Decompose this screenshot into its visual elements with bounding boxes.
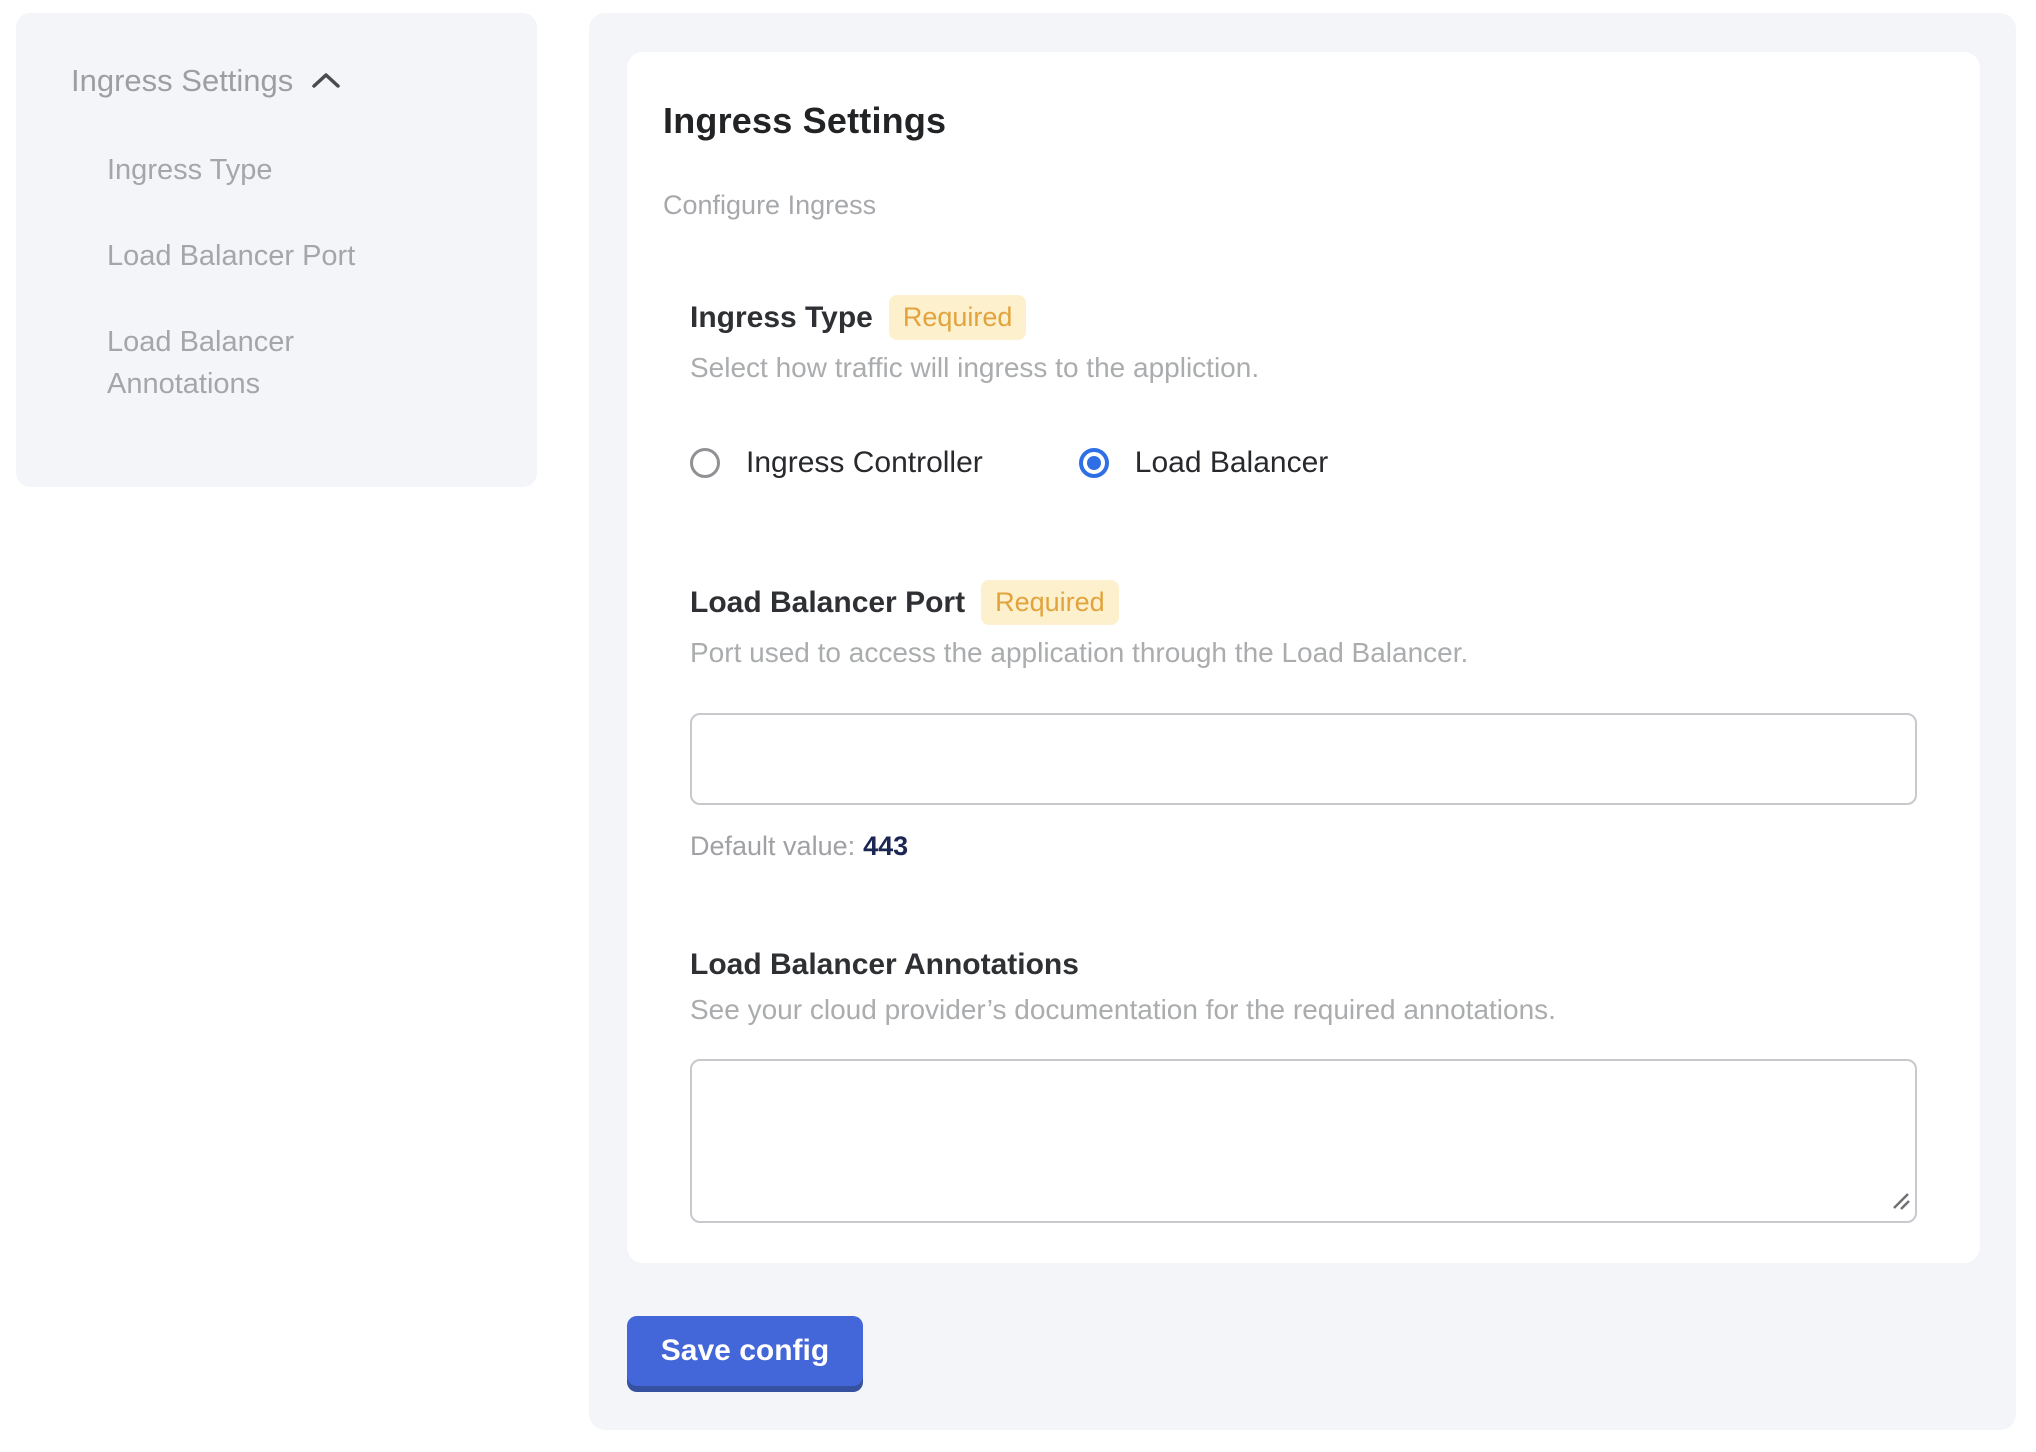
sidebar-group-label: Ingress Settings bbox=[71, 63, 293, 99]
required-badge: Required bbox=[889, 295, 1027, 340]
load-balancer-annotations-textarea[interactable] bbox=[690, 1059, 1917, 1223]
radio-button-load-balancer[interactable] bbox=[1079, 448, 1109, 478]
sidebar-group-ingress-settings[interactable]: Ingress Settings bbox=[71, 63, 497, 99]
ingress-settings-panel: Ingress Settings Configure Ingress Ingre… bbox=[589, 13, 2016, 1430]
required-badge: Required bbox=[981, 580, 1119, 625]
lb-annotations-heading: Load Balancer Annotations bbox=[690, 948, 1079, 982]
ingress-type-radio-group: Ingress Controller Load Balancer bbox=[690, 446, 1920, 480]
lb-annotations-textarea-wrap bbox=[690, 1059, 1917, 1223]
page-title: Ingress Settings bbox=[663, 100, 1920, 142]
radio-option-ingress-controller[interactable]: Ingress Controller bbox=[690, 446, 983, 480]
sidebar-nav: Ingress Type Load Balancer Port Load Bal… bbox=[71, 149, 497, 405]
chevron-up-icon bbox=[311, 71, 341, 91]
ingress-type-heading: Ingress Type bbox=[690, 301, 873, 335]
lb-annotations-heading-row: Load Balancer Annotations bbox=[690, 948, 1920, 982]
lb-port-description: Port used to access the application thro… bbox=[690, 637, 1920, 669]
sidebar-item-ingress-type[interactable]: Ingress Type bbox=[107, 149, 427, 191]
ingress-settings-card: Ingress Settings Configure Ingress Ingre… bbox=[627, 52, 1980, 1263]
radio-label-load-balancer: Load Balancer bbox=[1135, 446, 1328, 480]
default-value-number: 443 bbox=[863, 831, 908, 861]
sidebar-item-load-balancer-annotations[interactable]: Load Balancer Annotations bbox=[107, 321, 427, 405]
lb-port-heading: Load Balancer Port bbox=[690, 586, 965, 620]
save-config-button[interactable]: Save config bbox=[627, 1316, 863, 1386]
page-subtitle: Configure Ingress bbox=[663, 190, 1920, 221]
radio-option-load-balancer[interactable]: Load Balancer bbox=[1079, 446, 1328, 480]
ingress-type-description: Select how traffic will ingress to the a… bbox=[690, 352, 1920, 384]
load-balancer-port-input[interactable] bbox=[690, 713, 1917, 805]
default-value-label: Default value: bbox=[690, 831, 855, 861]
radio-label-ingress-controller: Ingress Controller bbox=[746, 446, 983, 480]
default-value-text: Default value: 443 bbox=[690, 831, 1920, 862]
ingress-type-heading-row: Ingress Type Required bbox=[690, 295, 1920, 340]
section-load-balancer-port: Load Balancer Port Required Port used to… bbox=[690, 580, 1920, 862]
lb-annotations-description: See your cloud provider’s documentation … bbox=[690, 994, 1920, 1026]
section-ingress-type: Ingress Type Required Select how traffic… bbox=[690, 295, 1920, 480]
lb-port-heading-row: Load Balancer Port Required bbox=[690, 580, 1920, 625]
resize-grip-icon[interactable] bbox=[1890, 1190, 1912, 1217]
sidebar-item-load-balancer-port[interactable]: Load Balancer Port bbox=[107, 235, 427, 277]
settings-sidebar: Ingress Settings Ingress Type Load Balan… bbox=[16, 13, 537, 487]
form-sections: Ingress Type Required Select how traffic… bbox=[690, 295, 1920, 1223]
section-load-balancer-annotations: Load Balancer Annotations See your cloud… bbox=[690, 948, 1920, 1223]
radio-button-ingress-controller[interactable] bbox=[690, 448, 720, 478]
